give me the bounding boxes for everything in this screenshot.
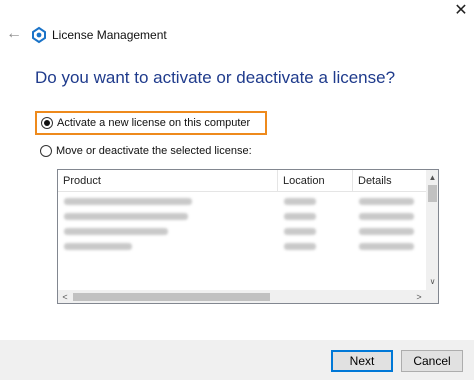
vertical-scrollbar[interactable]: ▲ ∨ (426, 170, 438, 290)
scroll-left-icon[interactable]: < (58, 290, 72, 303)
scroll-right-icon[interactable]: > (412, 290, 426, 303)
move-deactivate-radio[interactable] (40, 145, 52, 157)
blurred-details (359, 228, 414, 235)
list-row[interactable] (58, 209, 426, 224)
window-title: License Management (52, 28, 167, 42)
cancel-button[interactable]: Cancel (401, 350, 463, 372)
close-icon[interactable]: ✕ (448, 0, 474, 24)
activate-option-label: Activate a new license on this computer (57, 117, 251, 129)
scroll-down-icon[interactable]: ∨ (426, 275, 438, 289)
license-app-icon (31, 26, 47, 44)
blurred-location (284, 243, 316, 250)
list-row[interactable] (58, 194, 426, 209)
blurred-product (64, 243, 132, 250)
license-list[interactable]: Product Location Details ▲ ∨ < > (57, 169, 439, 304)
blurred-product (64, 213, 188, 220)
activate-license-option[interactable]: Activate a new license on this computer (35, 111, 267, 135)
page-heading: Do you want to activate or deactivate a … (35, 68, 396, 87)
scrollbar-corner (426, 290, 438, 303)
blurred-location (284, 228, 316, 235)
blurred-product (64, 228, 168, 235)
horizontal-scroll-thumb[interactable] (73, 293, 270, 301)
column-header-location[interactable]: Location (278, 170, 353, 192)
back-arrow-icon[interactable]: ← (6, 24, 24, 44)
blurred-details (359, 243, 414, 250)
list-row[interactable] (58, 239, 426, 254)
list-row[interactable] (58, 224, 426, 239)
list-header: Product Location Details (58, 170, 438, 192)
blurred-details (359, 213, 414, 220)
vertical-scroll-thumb[interactable] (428, 185, 437, 202)
activate-radio[interactable] (41, 117, 53, 129)
next-button[interactable]: Next (331, 350, 393, 372)
column-header-details[interactable]: Details (353, 170, 426, 192)
blurred-location (284, 198, 316, 205)
move-deactivate-option-label: Move or deactivate the selected license: (56, 145, 252, 157)
move-deactivate-option[interactable]: Move or deactivate the selected license: (40, 145, 252, 157)
column-header-product[interactable]: Product (58, 170, 278, 192)
blurred-product (64, 198, 192, 205)
blurred-details (359, 198, 414, 205)
horizontal-scrollbar[interactable]: < > (58, 290, 426, 303)
blurred-location (284, 213, 316, 220)
scroll-up-icon[interactable]: ▲ (426, 171, 438, 185)
